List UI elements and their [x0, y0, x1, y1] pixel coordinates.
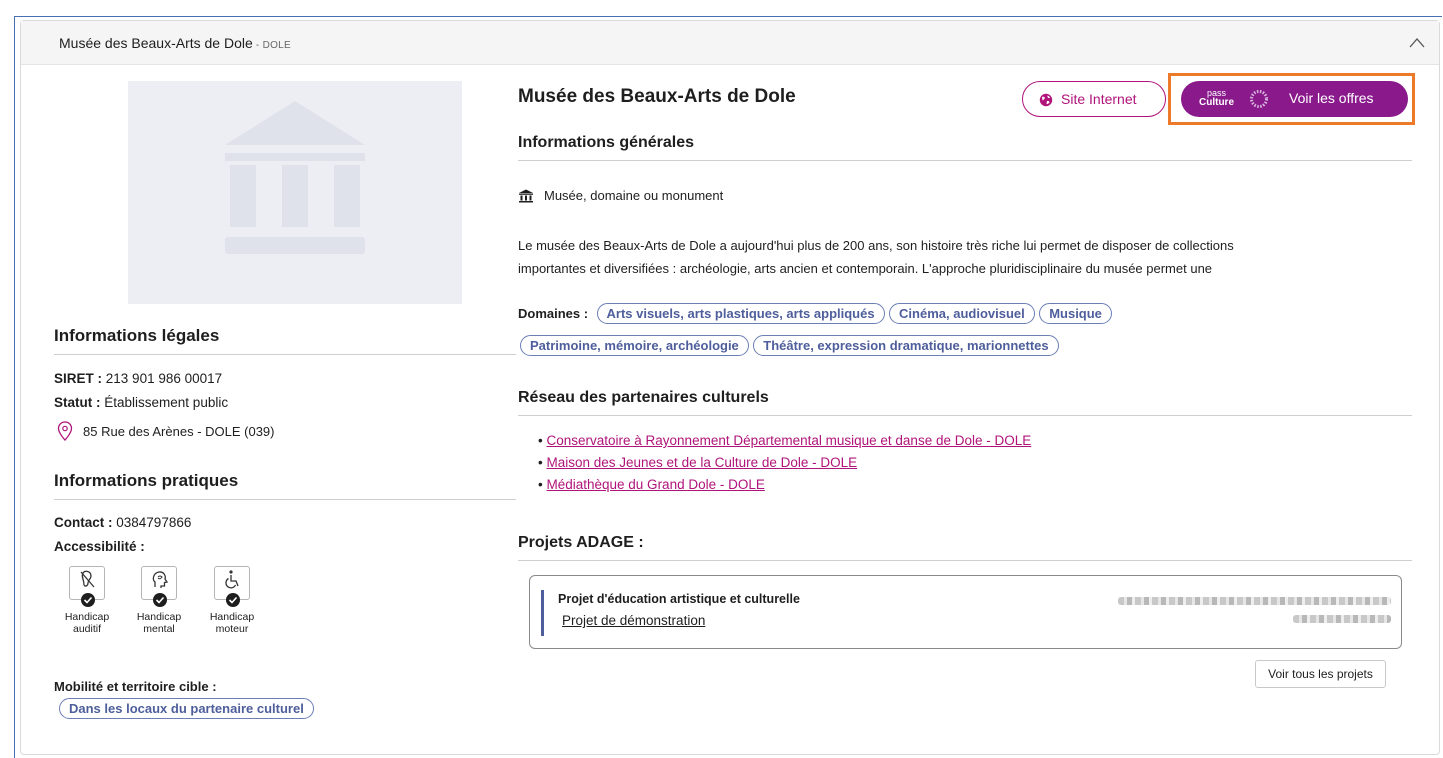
list-item: • Maison des Jeunes et de la Culture de …: [538, 455, 858, 470]
domain-tag: Musique: [1039, 303, 1112, 324]
accessibility-list: Handicap auditif Handicap mental Handicap m…: [54, 566, 294, 656]
see-all-projects-button[interactable]: Voir tous les projets: [1255, 660, 1386, 688]
divider: [518, 160, 1412, 161]
project-link[interactable]: Projet de démonstration: [562, 613, 705, 628]
domain-tag: Arts visuels, arts plastiques, arts appl…: [596, 303, 885, 324]
address-row: 85 Rue des Arènes - DOLE (039): [57, 421, 275, 441]
accessibility-label-mental: Handicap mental: [136, 611, 182, 635]
status-label: Statut :: [54, 395, 101, 410]
contact-value: 0384797866: [116, 515, 192, 530]
accessibility-item: [141, 566, 177, 607]
partner-title: Musée des Beaux-Arts de Dole: [518, 86, 796, 107]
category-row: Musée, domaine ou monument: [518, 188, 723, 203]
deaf-ear-icon: [80, 570, 95, 588]
domain-tag: Théâtre, expression dramatique, marionne…: [753, 335, 1059, 356]
divider: [518, 560, 1412, 561]
description: Le musée des Beaux-Arts de Dole a aujour…: [518, 238, 1234, 276]
pass-culture-logo: pass Culture: [1199, 88, 1234, 108]
accessibility-label-auditif: Handicap auditif: [64, 611, 110, 635]
project-type: Projet d'éducation artistique et culture…: [558, 592, 800, 606]
domain-tag: Cinéma, audiovisuel: [889, 303, 1035, 324]
pass-culture-sun-icon: [1250, 90, 1268, 108]
network-list: • Conservatoire à Rayonnement Départemen…: [538, 430, 1031, 496]
projects-heading: Projets ADAGE :: [518, 534, 644, 551]
contact-label: Contact :: [54, 515, 113, 530]
wheelchair-icon: [225, 570, 239, 589]
blurred-text: [1118, 597, 1391, 605]
domain-tag: Patrimoine, mémoire, archéologie: [520, 335, 749, 356]
siret-value: 213 901 986 00017: [105, 371, 223, 386]
blurred-text: [1293, 615, 1391, 623]
check-icon: [81, 593, 95, 607]
project-accent-bar: [541, 590, 544, 636]
practical-heading: Informations pratiques: [54, 471, 239, 490]
network-link[interactable]: Maison des Jeunes et de la Culture de Do…: [546, 455, 857, 470]
list-item: • Conservatoire à Rayonnement Départemen…: [538, 433, 1032, 448]
mobility-tags: Dans les locaux du partenaire culturel: [59, 698, 314, 719]
domains-row-2: Patrimoine, mémoire, archéologie Théâtre…: [520, 335, 1059, 356]
address-text: 85 Rue des Arènes - DOLE (039): [83, 423, 275, 439]
see-offers-button[interactable]: pass Culture Voir les offres: [1181, 81, 1408, 117]
accessibility-label-moteur: Handicap moteur: [209, 611, 255, 635]
accessibility-label: Accessibilité :: [54, 539, 145, 554]
divider: [518, 415, 1412, 416]
partner-image-placeholder: [128, 81, 462, 304]
list-item: • Médiathèque du Grand Dole - DOLE: [538, 477, 765, 492]
mobility-label: Mobilité et territoire cible :: [54, 679, 217, 694]
divider: [54, 354, 516, 355]
see-offers-label: Voir les offres: [1289, 90, 1374, 106]
status-value: Établissement public: [104, 395, 229, 410]
domains-label: Domaines :: [518, 306, 589, 321]
map-pin-icon: [57, 421, 73, 441]
check-icon: [226, 593, 240, 607]
siret-label: SIRET :: [54, 371, 103, 386]
network-heading: Réseau des partenaires culturels: [518, 389, 769, 406]
accessibility-item: [69, 566, 105, 607]
globe-icon: [1039, 93, 1053, 107]
chevron-up-icon[interactable]: [1407, 33, 1427, 53]
siret-row: SIRET : 213 901 986 00017: [54, 371, 222, 386]
network-link[interactable]: Médiathèque du Grand Dole - DOLE: [546, 477, 764, 492]
title-separator: -: [252, 40, 263, 51]
legal-heading: Informations légales: [54, 326, 220, 345]
general-heading: Informations générales: [518, 134, 695, 151]
network-link[interactable]: Conservatoire à Rayonnement Départementa…: [546, 433, 1031, 448]
project-card[interactable]: Projet d'éducation artistique et culture…: [529, 575, 1402, 649]
check-icon: [153, 593, 167, 607]
partner-panel: Musée des Beaux-Arts de Dole - DOLE Info…: [20, 20, 1440, 755]
divider: [54, 499, 516, 500]
website-button-label: Site Internet: [1061, 91, 1137, 107]
status-row: Statut : Établissement public: [54, 395, 228, 410]
contact-row: Contact : 0384797866: [54, 515, 191, 530]
accessibility-item: [214, 566, 250, 607]
domains: Domaines : Arts visuels, arts plastiques…: [518, 303, 1218, 324]
category-text: Musée, domaine ou monument: [544, 188, 724, 203]
museum-icon: [519, 189, 533, 202]
panel-header[interactable]: Musée des Beaux-Arts de Dole - DOLE: [21, 21, 1439, 65]
website-button[interactable]: Site Internet: [1022, 81, 1166, 117]
museum-building-icon: [225, 101, 365, 254]
partner-name: Musée des Beaux-Arts de Dole: [59, 35, 253, 51]
mental-head-icon: [152, 571, 169, 588]
panel-title: Musée des Beaux-Arts de Dole - DOLE: [59, 35, 291, 51]
partner-city: DOLE: [262, 40, 291, 51]
mobility-tag: Dans les locaux du partenaire culturel: [59, 698, 314, 719]
